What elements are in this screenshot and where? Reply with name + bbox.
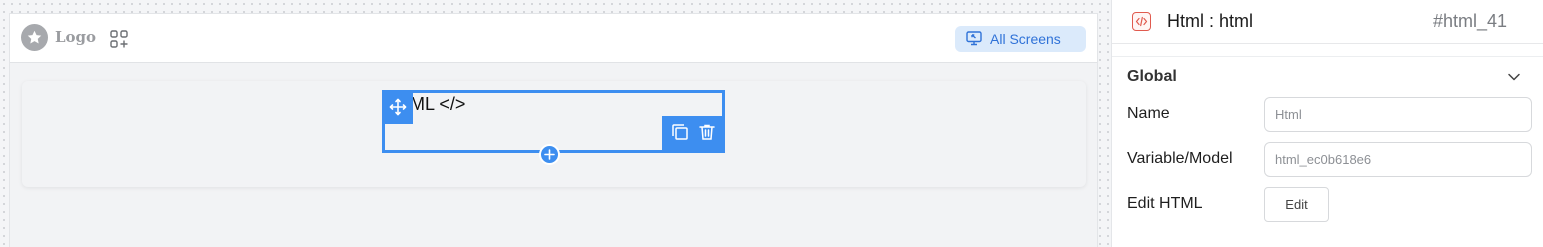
variable-model-field[interactable] (1264, 142, 1532, 177)
name-label: Name (1127, 105, 1170, 122)
screen-icon (966, 30, 982, 49)
move-icon[interactable] (382, 90, 413, 124)
apps-add-icon[interactable] (110, 30, 128, 48)
logo-text: Logo (55, 28, 97, 46)
star-icon (21, 24, 48, 51)
plus-icon[interactable] (539, 144, 560, 165)
edit-html-button[interactable]: Edit (1264, 187, 1329, 222)
properties-panel: Html : html #html_41 Global Name Variabl… (1111, 0, 1543, 247)
all-screens-button[interactable]: All Screens (955, 26, 1086, 52)
name-field[interactable] (1264, 97, 1532, 132)
element-action-bar (662, 116, 725, 153)
divider (1112, 56, 1543, 57)
canvas-preview: Logo All Screens ML </> (9, 13, 1098, 247)
section-title-global[interactable]: Global (1127, 68, 1177, 86)
preview-header: Logo All Screens (10, 14, 1097, 63)
panel-header: Html : html #html_41 (1112, 0, 1543, 44)
html-element-text: ML </> (410, 94, 466, 114)
copy-icon[interactable] (671, 123, 689, 146)
variable-model-label: Variable/Model (1127, 150, 1233, 167)
panel-title: Html : html (1167, 11, 1254, 31)
all-screens-label: All Screens (990, 31, 1061, 47)
trash-icon[interactable] (698, 123, 716, 146)
chevron-down-icon[interactable] (1507, 70, 1521, 84)
edit-html-label: Edit HTML (1127, 195, 1203, 212)
code-icon (1132, 12, 1151, 31)
component-id: #html_41 (1432, 11, 1507, 31)
